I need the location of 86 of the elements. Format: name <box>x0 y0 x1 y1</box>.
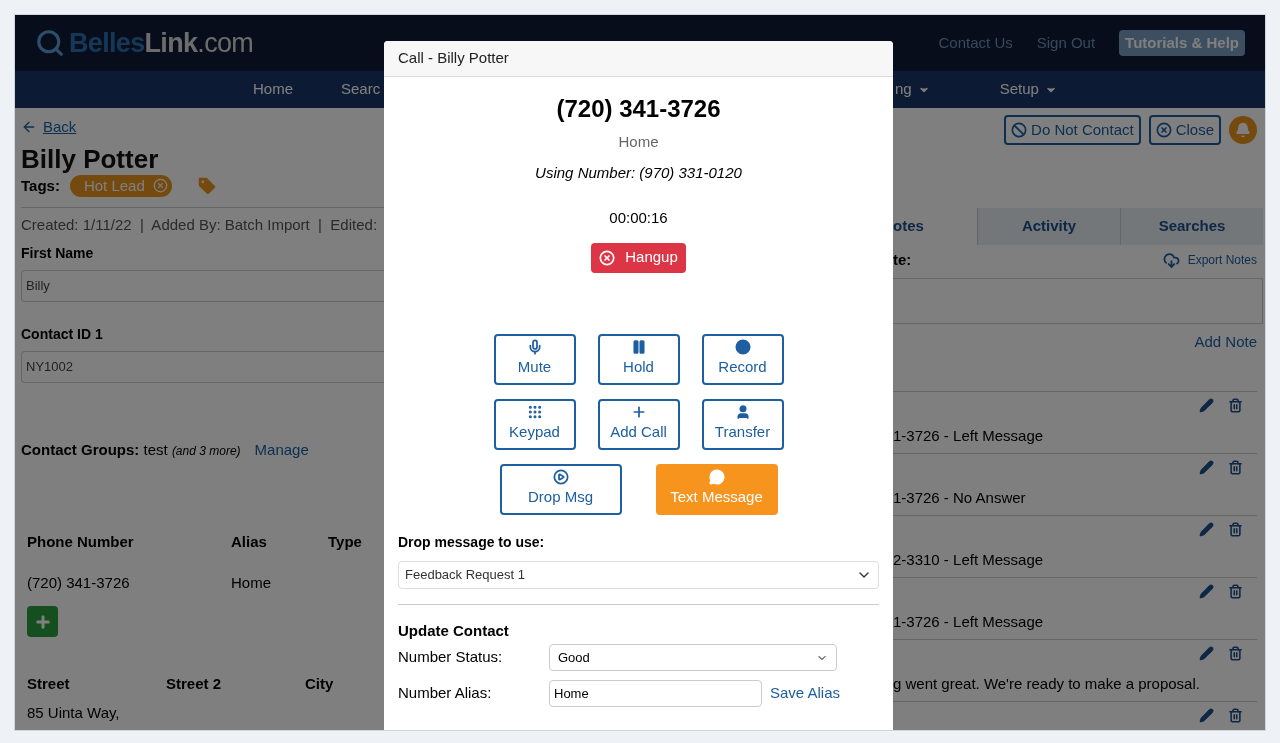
number-label: Home <box>618 132 659 152</box>
plus-icon <box>33 612 52 631</box>
drop-message-label: Drop message to use: <box>398 532 546 552</box>
dialog-title: Call - Billy Potter <box>398 48 509 69</box>
table-cell-text: (720) 341-3726 <box>27 572 131 593</box>
note-label: te: <box>893 250 912 270</box>
note-text: 1-3726 - No Answer <box>893 488 1027 508</box>
export-notes-link[interactable]: Export Notes <box>1162 251 1257 270</box>
ban-icon <box>1011 122 1028 138</box>
note-text: 1-3726 - Left Message <box>893 426 1045 446</box>
contact-groups: Contact Groups: test (and 3 more) <box>21 438 241 461</box>
tag-chip: Hot Lead <box>69 174 172 197</box>
hangup-button[interactable]: Hangup <box>591 242 686 273</box>
call-timer: 00:00:16 <box>609 208 668 228</box>
logo-icon <box>35 28 65 58</box>
text-input[interactable]: Billy <box>21 269 385 302</box>
delete-icon[interactable] <box>1228 398 1243 413</box>
delete-icon[interactable] <box>1228 646 1243 661</box>
back-link[interactable]: Back <box>21 116 385 139</box>
microphone-icon <box>526 339 543 356</box>
call-control-button[interactable]: Transfer <box>701 398 784 450</box>
column-header: Phone Number <box>27 532 135 552</box>
alias-label: Number Alias: <box>398 683 493 704</box>
close-icon <box>1155 122 1172 138</box>
column-header: City <box>305 674 334 694</box>
field-label: First Name <box>21 243 95 263</box>
add-phone-button[interactable] <box>27 606 58 637</box>
close-icon <box>599 249 616 266</box>
pause-icon <box>630 339 647 356</box>
delete-icon[interactable] <box>1228 460 1243 475</box>
cloud-download-icon <box>1162 251 1180 269</box>
manage-link[interactable]: Manage <box>254 438 309 461</box>
delete-icon[interactable] <box>1228 708 1243 723</box>
table-cell-text: Home <box>231 572 272 593</box>
column-header: Type <box>328 532 362 552</box>
call-control-button[interactable]: Drop Msg <box>499 463 622 515</box>
keypad-icon <box>526 404 543 421</box>
edit-icon[interactable] <box>1199 646 1214 661</box>
speech-bubble-icon <box>708 469 725 486</box>
tab[interactable]: Searches <box>1120 208 1263 245</box>
add-note-link[interactable]: Add Note <box>1194 330 1257 353</box>
edit-icon[interactable] <box>1199 460 1214 475</box>
column-header: Street <box>27 674 71 694</box>
contact-name: Billy Potter <box>21 142 160 175</box>
text-input[interactable]: NY1002 <box>21 350 385 383</box>
update-heading: Update Contact <box>398 620 510 641</box>
nav-item[interactable]: Setup <box>999 78 1057 101</box>
logo: BellesLink.com <box>69 26 254 60</box>
note-text: 2-3310 - Left Message <box>893 550 1045 570</box>
do-not-contact-button[interactable]: Do Not Contact <box>1004 115 1141 145</box>
nav-item[interactable]: Home <box>253 78 293 101</box>
tags-label: Tags: <box>21 175 60 196</box>
number-status-select[interactable]: Good <box>549 644 837 671</box>
close-button[interactable]: Close <box>1148 115 1221 145</box>
note-text: g went great. We're ready to make a proposal. <box>893 674 1201 694</box>
record-meta: Created: 1/11/22 | Added By: Batch Import | Edited: <box>21 215 379 235</box>
column-header: Alias <box>231 532 268 552</box>
delete-icon[interactable] <box>1228 584 1243 599</box>
call-control-button[interactable]: Add Call <box>597 398 680 450</box>
play-icon <box>552 469 569 486</box>
nav-item[interactable]: ng <box>895 78 930 101</box>
delete-icon[interactable] <box>1228 522 1243 537</box>
edit-icon[interactable] <box>1199 708 1214 723</box>
call-control-button[interactable]: Record <box>701 333 784 385</box>
call-control-button[interactable]: Hold <box>597 333 680 385</box>
drop-message-select[interactable]: Feedback Request 1 <box>398 560 879 589</box>
phone-number: (720) 341-3726 <box>556 94 721 124</box>
call-control-button[interactable]: Text Message <box>655 463 778 515</box>
note-text: 1-3726 - Left Message <box>893 612 1045 632</box>
edit-icon[interactable] <box>1199 398 1214 413</box>
save-alias-link[interactable]: Save Alias <box>770 682 841 705</box>
status-label: Number Status: <box>398 647 504 668</box>
bell-icon <box>1235 122 1251 138</box>
alias-input[interactable]: Home <box>549 680 762 707</box>
call-control-button[interactable]: Mute <box>493 333 576 385</box>
column-header: Street 2 <box>166 674 223 694</box>
record-icon <box>734 339 751 356</box>
nav-item[interactable]: Searc <box>341 78 381 101</box>
table-cell-text: 85 Uinta Way, <box>27 702 121 723</box>
using-number: Using Number: (970) 331-0120 <box>535 162 742 183</box>
tab[interactable]: Activity <box>977 208 1120 245</box>
call-control-button[interactable]: Keypad <box>493 398 576 450</box>
field-label: Contact ID 1 <box>21 324 104 344</box>
person-icon <box>734 404 751 421</box>
edit-icon[interactable] <box>1199 522 1214 537</box>
edit-icon[interactable] <box>1199 584 1214 599</box>
